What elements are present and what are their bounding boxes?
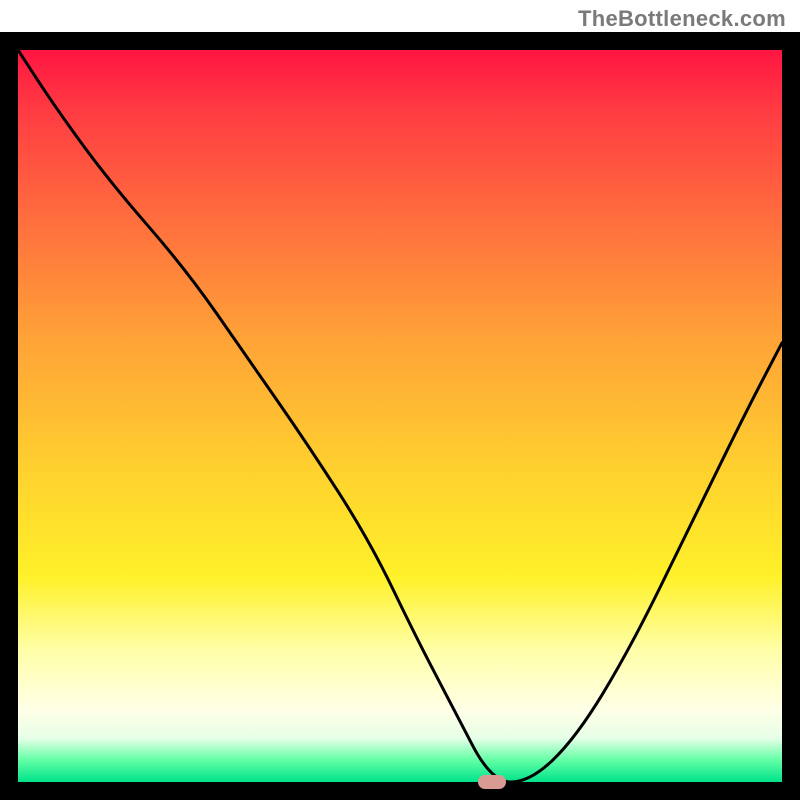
bottleneck-curve [18,50,782,782]
optimal-marker [478,775,506,789]
chart-frame: TheBottleneck.com [0,0,800,800]
attribution-text: TheBottleneck.com [578,6,786,32]
plot-area [18,50,782,782]
curve-svg [18,50,782,782]
